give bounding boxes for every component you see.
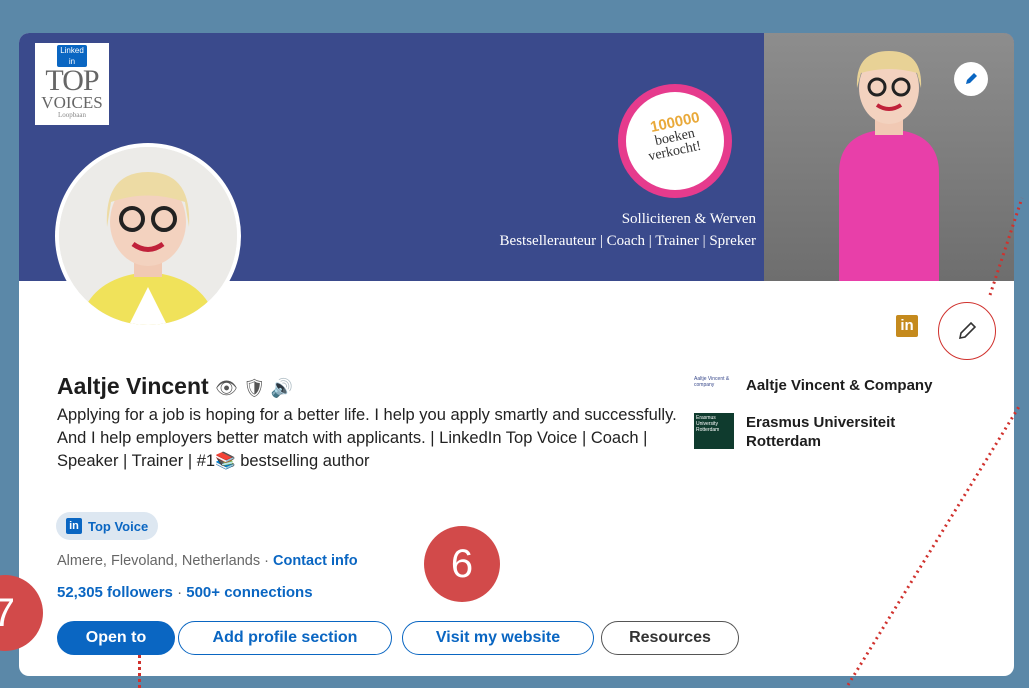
location-separator: ·: [260, 553, 273, 569]
top-voices-logo: Linked in TOP VOICES Loopbaan: [35, 43, 109, 125]
annotation-step-6: 6: [424, 526, 500, 602]
network-line: 52,305 followers · 500+ connections: [57, 584, 313, 601]
company-logo: Aaltje Vincent & company: [694, 376, 730, 388]
banner-subtitle-1: Solliciteren & Werven: [621, 211, 756, 227]
connections-link[interactable]: 500+ connections: [186, 584, 312, 601]
profile-headline: Applying for a job is hoping for a bette…: [57, 406, 677, 470]
connections-separator: ·: [172, 584, 187, 601]
top-voices-line3: Loopbaan: [58, 111, 86, 119]
edit-cover-button[interactable]: [954, 62, 988, 96]
profile-avatar[interactable]: [55, 143, 241, 329]
name-icons[interactable]: 👁 🛡 🔊: [215, 378, 293, 398]
resources-button[interactable]: Resources: [601, 621, 739, 655]
add-profile-section-button[interactable]: Add profile section: [178, 621, 392, 655]
top-voice-label: Top Voice: [88, 518, 149, 534]
linkedin-badge-icon: in: [66, 518, 82, 534]
dotted-pointer-edit: [846, 197, 1024, 686]
university-logo: Erasmus University Rotterdam: [694, 413, 734, 449]
top-voices-line2: VOICES: [41, 93, 103, 112]
avatar-illustration: [59, 147, 237, 325]
contact-info-link[interactable]: Contact info: [273, 553, 358, 569]
location-line: Almere, Flevoland, Netherlands · Contact…: [57, 553, 358, 569]
banner-subtitle-2: Bestsellerauteur | Coach | Trainer | Spr…: [499, 233, 756, 249]
pencil-icon: [966, 73, 977, 84]
visit-website-button[interactable]: Visit my website: [402, 621, 594, 655]
dotted-pointer-7: [138, 655, 141, 688]
followers-link[interactable]: 52,305 followers: [57, 584, 173, 601]
open-to-button[interactable]: Open to: [57, 621, 175, 655]
top-voice-badge[interactable]: in Top Voice: [56, 512, 159, 540]
books-sold-sticker: 100000 boeken verkocht!: [618, 84, 732, 198]
location-text: Almere, Flevoland, Netherlands: [57, 553, 261, 569]
profile-name-text: Aaltje Vincent: [57, 373, 209, 399]
top-voices-line1: TOP: [45, 64, 99, 97]
profile-name: Aaltje Vincent 👁 🛡 🔊: [57, 373, 293, 400]
